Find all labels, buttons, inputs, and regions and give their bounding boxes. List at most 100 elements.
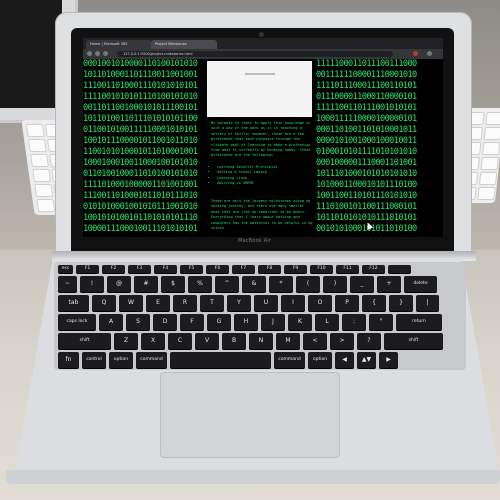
key-shift[interactable]: shift <box>384 333 443 349</box>
key--[interactable]: : <box>342 314 366 330</box>
key-f9[interactable]: F9 <box>284 265 307 273</box>
key--[interactable]: ◀ <box>335 352 354 368</box>
key-command[interactable]: command <box>136 352 167 368</box>
key--[interactable]: ^ <box>215 276 239 292</box>
key-l[interactable]: L <box>315 314 339 330</box>
key-i[interactable]: I <box>281 295 305 311</box>
back-icon[interactable] <box>87 51 92 56</box>
key--[interactable]: * <box>269 276 293 292</box>
key-e[interactable]: E <box>146 295 170 311</box>
key--[interactable]: " <box>369 314 393 330</box>
key-t[interactable]: T <box>200 295 224 311</box>
key-o[interactable]: O <box>308 295 332 311</box>
key-delete[interactable]: delete <box>404 276 437 292</box>
binary-line: 0001001010000110100101010 <box>83 59 198 69</box>
key--[interactable]: $ <box>161 276 185 292</box>
external-key <box>36 199 56 212</box>
tab-microsoft-365[interactable]: Home | Microsoft 365 <box>86 40 152 49</box>
key--[interactable]: ~ <box>58 276 77 292</box>
key-b[interactable]: B <box>222 333 246 349</box>
key-v[interactable]: V <box>195 333 219 349</box>
key-f2[interactable]: F2 <box>102 265 125 273</box>
key-n[interactable]: N <box>249 333 273 349</box>
key-d[interactable]: D <box>153 314 177 330</box>
key-f7[interactable]: F7 <box>232 265 255 273</box>
key-u[interactable]: U <box>254 295 278 311</box>
key--[interactable]: + <box>377 276 401 292</box>
key--[interactable]: # <box>134 276 158 292</box>
key-command[interactable]: command <box>274 352 305 368</box>
binary-line: 1010001100010101110100 <box>316 180 417 190</box>
background-monitor-screen <box>0 0 62 108</box>
key-z[interactable]: Z <box>114 333 138 349</box>
article-intro: My purpose to learn to apply this knowle… <box>211 121 311 158</box>
key--[interactable]: ) <box>323 276 347 292</box>
binary-rain-left: 0001001010000110100101010 101101000110111… <box>83 59 207 237</box>
key--[interactable]: ▶ <box>379 352 398 368</box>
key--[interactable]: > <box>330 333 354 349</box>
key--[interactable]: { <box>362 295 386 311</box>
key-tab[interactable]: tab <box>58 295 89 311</box>
key-a[interactable]: A <box>99 314 123 330</box>
key-f1[interactable]: F1 <box>76 265 99 273</box>
key-c[interactable]: C <box>168 333 192 349</box>
key--[interactable]: & <box>242 276 266 292</box>
key-f11[interactable]: F11 <box>336 265 359 273</box>
key-return[interactable]: return <box>396 314 442 330</box>
key-r[interactable]: R <box>173 295 197 311</box>
key-y[interactable]: Y <box>227 295 251 311</box>
binary-line: 0001000001110001101001 <box>316 158 417 168</box>
trackpad[interactable] <box>160 372 340 458</box>
key-fn[interactable]: fn <box>58 352 79 368</box>
key-option[interactable]: option <box>308 352 332 368</box>
key-space[interactable] <box>388 265 411 273</box>
binary-line: 0011111100001110001010 <box>316 70 417 80</box>
key--[interactable]: ! <box>80 276 104 292</box>
key-f[interactable]: F <box>180 314 204 330</box>
key--[interactable]: _ <box>350 276 374 292</box>
camera-icon <box>259 32 264 37</box>
key-space[interactable] <box>170 352 271 368</box>
key-k[interactable]: K <box>288 314 312 330</box>
key-m[interactable]: M <box>276 333 300 349</box>
key-f5[interactable]: F5 <box>180 265 203 273</box>
url-field[interactable]: 127.0.0.1:5500/project-milestones.html <box>117 51 393 57</box>
key--[interactable]: } <box>389 295 413 311</box>
menu-icon[interactable] <box>427 51 432 56</box>
key-shift[interactable]: shift <box>58 333 111 349</box>
key--[interactable]: % <box>188 276 212 292</box>
laptop-brand-label: MacBook Air <box>238 238 272 244</box>
key-control[interactable]: control <box>82 352 106 368</box>
key--[interactable]: | <box>416 295 439 311</box>
key--[interactable]: ? <box>357 333 381 349</box>
article-outro: These are only the largest milestones al… <box>211 199 313 231</box>
key-h[interactable]: H <box>234 314 258 330</box>
extension-icon[interactable] <box>413 51 418 56</box>
key-f8[interactable]: F8 <box>258 265 281 273</box>
key-p[interactable]: P <box>335 295 359 311</box>
reload-icon[interactable] <box>103 51 108 56</box>
binary-line: 1000100010011000100101010 <box>83 158 198 168</box>
key--[interactable]: @ <box>107 276 131 292</box>
key-f6[interactable]: F6 <box>206 265 229 273</box>
key-s[interactable]: S <box>126 314 150 330</box>
key-caps-lock[interactable]: caps lock <box>58 314 96 330</box>
key-esc[interactable]: esc <box>58 265 73 273</box>
key-j[interactable]: J <box>261 314 285 330</box>
tab-project-milestones[interactable]: Project Milestones <box>151 40 217 49</box>
key-g[interactable]: G <box>207 314 231 330</box>
key-q[interactable]: Q <box>92 295 116 311</box>
key-f4[interactable]: F4 <box>154 265 177 273</box>
key-f3[interactable]: F3 <box>128 265 151 273</box>
key--[interactable]: ( <box>296 276 320 292</box>
key--[interactable]: ▲▼ <box>357 352 376 368</box>
forward-icon[interactable] <box>95 51 100 56</box>
tab-label: Home | Microsoft 365 <box>90 42 128 46</box>
key-f10[interactable]: F10 <box>310 265 333 273</box>
key-x[interactable]: X <box>141 333 165 349</box>
key-f12[interactable]: F12 <box>362 265 385 273</box>
key-option[interactable]: option <box>109 352 133 368</box>
key--[interactable]: < <box>303 333 327 349</box>
key-w[interactable]: W <box>119 295 143 311</box>
tab-label: Project Milestones <box>155 42 187 46</box>
